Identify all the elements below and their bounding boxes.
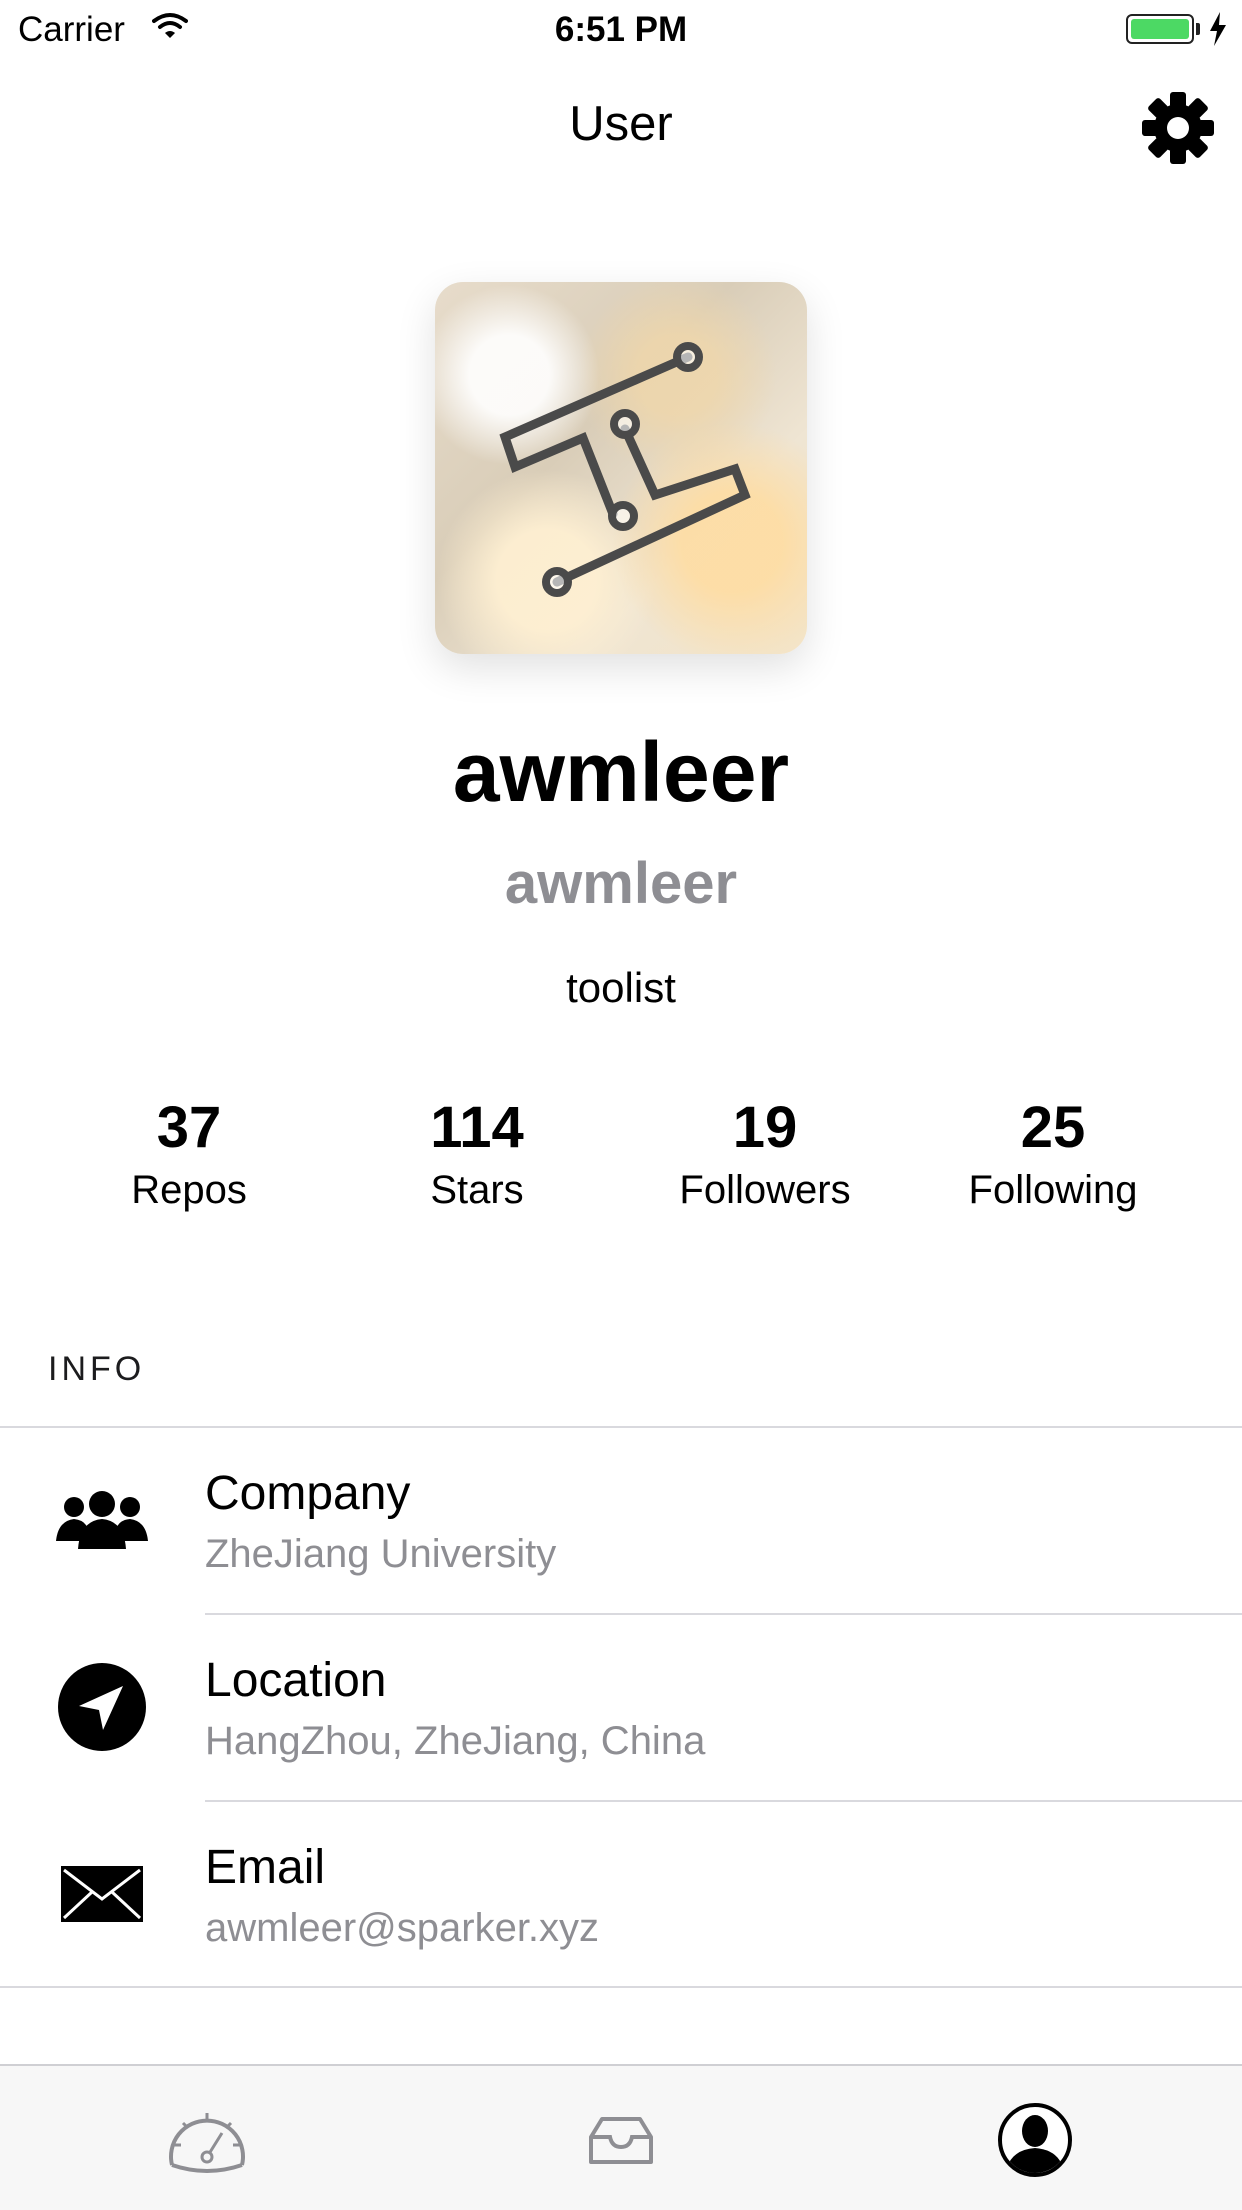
stat-value: 37: [156, 1095, 222, 1160]
stats-row: 37 Repos 114 Stars 19 Followers 25 Follo…: [45, 1090, 1197, 1214]
tab-dashboard[interactable]: [162, 2102, 252, 2178]
battery-icon: [1126, 14, 1194, 44]
status-bar: Carrier 6:51 PM: [0, 0, 1242, 62]
info-row-value: HangZhou, ZheJiang, China: [205, 1719, 706, 1763]
display-name: awmleer: [452, 725, 790, 819]
circuit-logo-icon: [499, 342, 751, 597]
stat-repos[interactable]: 37 Repos: [45, 1090, 333, 1214]
stat-label: Following: [968, 1168, 1138, 1212]
user-profile-icon: [998, 2103, 1072, 2177]
group-icon: [50, 1468, 154, 1572]
charging-bolt-icon: [1210, 12, 1226, 46]
stat-followers[interactable]: 19 Followers: [621, 1090, 909, 1214]
stat-value: 114: [430, 1095, 524, 1160]
divider: [0, 1986, 1242, 1988]
info-row-value: awmleer@sparker.xyz: [205, 1906, 600, 1950]
avatar[interactable]: [435, 282, 807, 654]
navigation-bar: User: [0, 62, 1242, 188]
stat-stars[interactable]: 114 Stars: [333, 1090, 621, 1214]
info-row-email[interactable]: Email awmleer@sparker.xyz: [0, 1802, 1242, 1988]
stat-label: Stars: [430, 1168, 524, 1212]
tab-bar: [0, 2064, 1242, 2210]
stat-following[interactable]: 25 Following: [909, 1090, 1197, 1214]
dashboard-icon: [169, 2113, 245, 2173]
info-row-title: Location: [205, 1654, 387, 1707]
envelope-icon: [50, 1842, 154, 1946]
stat-label: Repos: [131, 1168, 247, 1212]
page-title: User: [569, 97, 673, 151]
status-time: 6:51 PM: [554, 10, 688, 49]
section-header-info: INFO: [48, 1350, 146, 1388]
stat-value: 25: [1020, 1095, 1086, 1160]
info-row-location[interactable]: Location HangZhou, ZheJiang, China: [0, 1615, 1242, 1801]
location-arrow-icon: [50, 1655, 154, 1759]
tab-inbox[interactable]: [576, 2102, 666, 2178]
info-row-title: Company: [205, 1467, 411, 1520]
tab-profile[interactable]: [990, 2102, 1080, 2178]
info-row-value: ZheJiang University: [205, 1532, 557, 1576]
inbox-icon: [589, 2117, 653, 2164]
stat-label: Followers: [679, 1168, 851, 1212]
login-name: awmleer: [504, 851, 738, 916]
info-row-company[interactable]: Company ZheJiang University: [0, 1428, 1242, 1614]
info-row-title: Email: [205, 1841, 326, 1894]
battery-tip: [1196, 23, 1200, 35]
stat-value: 19: [732, 1095, 798, 1160]
gear-icon[interactable]: [1140, 90, 1216, 166]
bio: toolist: [566, 964, 676, 1011]
